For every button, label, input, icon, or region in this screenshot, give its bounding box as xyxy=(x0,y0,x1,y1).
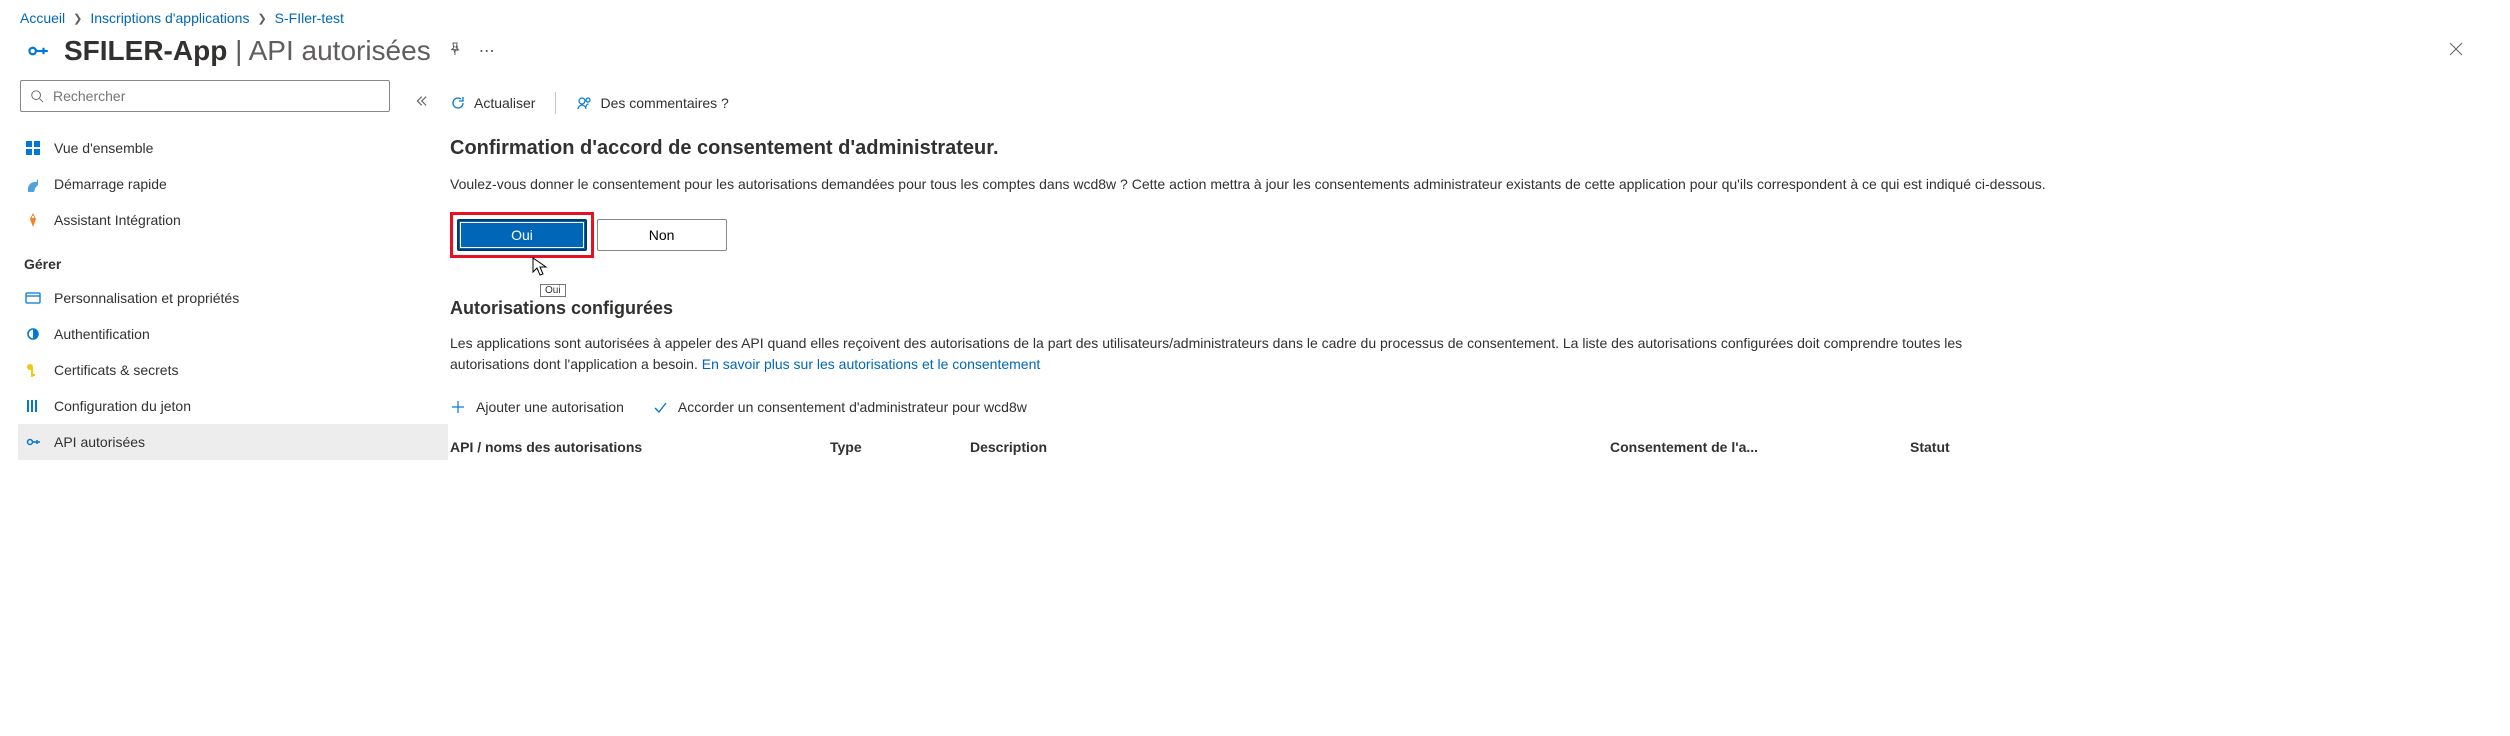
col-type[interactable]: Type xyxy=(830,439,970,455)
more-icon[interactable]: ⋯ xyxy=(479,41,495,61)
cursor-icon xyxy=(532,257,548,280)
sidebar-item-label: Vue d'ensemble xyxy=(54,140,153,156)
col-admin-consent[interactable]: Consentement de l'a... xyxy=(1610,439,1910,455)
sidebar-item-label: Certificats & secrets xyxy=(54,362,178,378)
add-permission-button[interactable]: Ajouter une autorisation xyxy=(450,399,624,415)
configured-permissions-section: Autorisations configurées Les applicatio… xyxy=(450,298,2480,461)
sidebar-item-certificates-secrets[interactable]: Certificats & secrets xyxy=(18,352,448,388)
sidebar-item-label: Personnalisation et propriétés xyxy=(54,290,239,306)
refresh-icon xyxy=(450,95,466,111)
sidebar-item-token-configuration[interactable]: Configuration du jeton xyxy=(18,388,448,424)
close-icon[interactable] xyxy=(2442,35,2470,68)
consent-confirmation-panel: Confirmation d'accord de consentement d'… xyxy=(450,130,2480,268)
permissions-command-bar: Ajouter une autorisation Accorder un con… xyxy=(450,399,2480,415)
sidebar-item-quickstart[interactable]: Démarrage rapide xyxy=(18,166,448,202)
page-title: SFILER-App | API autorisées xyxy=(64,35,431,67)
toolbar-label: Actualiser xyxy=(474,95,535,111)
sidebar-group-manage: Gérer xyxy=(24,256,390,272)
feedback-icon xyxy=(576,95,592,111)
api-permissions-icon xyxy=(24,433,42,451)
sidebar-item-label: API autorisées xyxy=(54,434,145,450)
sidebar-item-label: Démarrage rapide xyxy=(54,176,167,192)
branding-icon xyxy=(24,289,42,307)
toolbar-label: Des commentaires ? xyxy=(600,95,728,111)
authentication-icon xyxy=(24,325,42,343)
toolbar: Actualiser Des commentaires ? xyxy=(450,80,2480,130)
plus-icon xyxy=(450,399,466,415)
yes-button[interactable]: Oui xyxy=(457,219,587,251)
tooltip: Oui xyxy=(540,284,566,297)
sidebar-item-label: Assistant Intégration xyxy=(54,212,181,228)
quickstart-icon xyxy=(24,175,42,193)
breadcrumb-home[interactable]: Accueil xyxy=(20,10,65,26)
permissions-table-header: API / noms des autorisations Type Descri… xyxy=(450,433,2480,461)
grant-admin-consent-button[interactable]: Accorder un consentement d'administrateu… xyxy=(652,399,1027,415)
page-header: SFILER-App | API autorisées ⋯ xyxy=(0,28,2510,80)
sidebar-item-branding[interactable]: Personnalisation et propriétés xyxy=(18,280,448,316)
sidebar-item-authentication[interactable]: Authentification xyxy=(18,316,448,352)
token-icon xyxy=(24,397,42,415)
search-icon xyxy=(30,89,44,103)
cmd-label: Ajouter une autorisation xyxy=(476,399,624,415)
divider xyxy=(555,92,556,114)
sidebar-item-label: Authentification xyxy=(54,326,150,342)
col-description[interactable]: Description xyxy=(970,439,1610,455)
feedback-button[interactable]: Des commentaires ? xyxy=(576,95,728,111)
rocket-icon xyxy=(24,211,42,229)
key-icon xyxy=(24,361,42,379)
learn-more-link[interactable]: En savoir plus sur les autorisations et … xyxy=(702,356,1041,372)
prompt-body: Voulez-vous donner le consentement pour … xyxy=(450,174,2430,194)
check-icon xyxy=(652,399,668,415)
sidebar-item-overview[interactable]: Vue d'ensemble xyxy=(18,130,448,166)
highlight-box: Oui xyxy=(450,212,594,258)
refresh-button[interactable]: Actualiser xyxy=(450,95,535,111)
pin-icon[interactable] xyxy=(447,41,463,62)
breadcrumb: Accueil ❯ Inscriptions d'applications ❯ … xyxy=(0,0,2510,28)
breadcrumb-app-registrations[interactable]: Inscriptions d'applications xyxy=(90,10,249,26)
sidebar-item-integration-assistant[interactable]: Assistant Intégration xyxy=(18,202,448,238)
chevron-right-icon: ❯ xyxy=(257,12,266,25)
breadcrumb-app[interactable]: S-FIler-test xyxy=(275,10,344,26)
sidebar-item-api-permissions[interactable]: API autorisées xyxy=(18,424,448,460)
overview-icon xyxy=(24,139,42,157)
no-button[interactable]: Non xyxy=(597,219,727,251)
search-input[interactable] xyxy=(20,80,390,112)
collapse-sidebar-icon[interactable] xyxy=(413,96,427,111)
col-status[interactable]: Statut xyxy=(1910,439,2050,455)
prompt-title: Confirmation d'accord de consentement d'… xyxy=(450,137,2480,160)
sidebar: Vue d'ensemble Démarrage rapide Assistan… xyxy=(0,80,390,460)
cmd-label: Accorder un consentement d'administrateu… xyxy=(678,399,1027,415)
section-title: Autorisations configurées xyxy=(450,298,2480,319)
api-permissions-icon xyxy=(20,34,54,68)
section-description: Les applications sont autorisées à appel… xyxy=(450,333,2030,375)
chevron-right-icon: ❯ xyxy=(73,12,82,25)
main-content: Actualiser Des commentaires ? Confirmati… xyxy=(450,80,2510,461)
col-api-name[interactable]: API / noms des autorisations xyxy=(450,439,830,455)
sidebar-item-label: Configuration du jeton xyxy=(54,398,191,414)
